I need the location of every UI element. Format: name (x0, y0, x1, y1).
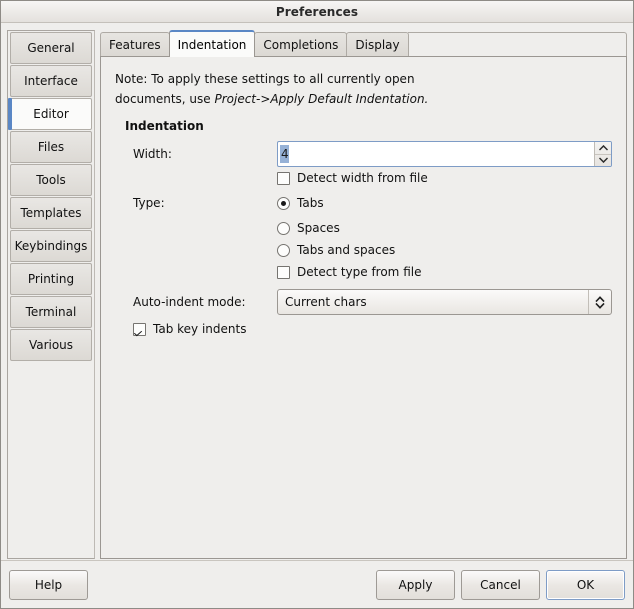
tab-key-indents-label: Tab key indents (153, 322, 247, 336)
chevron-up-icon (598, 144, 608, 151)
sidebar-item-label: Various (28, 338, 74, 352)
type-label: Type: (133, 196, 165, 210)
radio-tabs-and-spaces-indicator[interactable] (277, 243, 290, 257)
tab-label: Indentation (177, 38, 247, 52)
radio-tabs-indicator[interactable] (277, 196, 290, 210)
spinner-down-button[interactable] (595, 153, 611, 167)
dialog-footer: Help Apply Cancel OK (1, 560, 633, 608)
auto-indent-row: Auto-indent mode: Current chars (125, 289, 612, 315)
sidebar-item-label: Printing (27, 272, 75, 286)
detect-width-label: Detect width from file (297, 171, 428, 185)
sidebar-item-keybindings[interactable]: Keybindings (10, 230, 92, 262)
auto-indent-selected-value: Current chars (285, 295, 367, 309)
sidebar-item-label: Files (37, 140, 65, 154)
type-row: Type: Tabs (125, 189, 612, 217)
radio-spaces-indicator[interactable] (277, 221, 290, 235)
section-heading-indentation: Indentation (125, 119, 204, 133)
detect-width-row: Detect width from file (125, 167, 612, 189)
note-text: Note: To apply these settings to all cur… (115, 69, 614, 109)
tab-features[interactable]: Features (100, 32, 170, 57)
tab-display[interactable]: Display (346, 32, 409, 57)
sidebar-item-templates[interactable]: Templates (10, 197, 92, 229)
note-line-2-prefix: documents, use (115, 92, 215, 106)
sidebar-item-label: Interface (24, 74, 78, 88)
cancel-button[interactable]: Cancel (461, 569, 540, 600)
auto-indent-field-wrap: Current chars (277, 289, 612, 315)
indentation-tab-panel: Note: To apply these settings to all cur… (100, 56, 627, 559)
radio-tabs-label: Tabs (297, 196, 324, 210)
detect-type-label: Detect type from file (297, 265, 422, 279)
sidebar-item-general[interactable]: General (10, 32, 92, 64)
tab-completions[interactable]: Completions (254, 32, 348, 57)
width-field-wrap: 4 (277, 141, 612, 167)
window-title: Preferences (275, 4, 359, 19)
tab-strip-filler (407, 32, 627, 57)
category-sidebar: General Interface Editor Files Tools Tem… (7, 30, 95, 559)
ok-button-label: OK (576, 577, 595, 592)
type-row-spaces: Spaces (125, 217, 612, 239)
window-titlebar: Preferences (1, 1, 633, 23)
sidebar-item-label: Keybindings (14, 239, 88, 253)
footer-action-buttons: Apply Cancel OK (376, 569, 625, 600)
help-button-label: Help (34, 577, 63, 592)
width-row: Width: 4 (125, 141, 612, 167)
sidebar-item-interface[interactable]: Interface (10, 65, 92, 97)
settings-pane: Features Indentation Completions Display… (100, 30, 627, 559)
width-spinbutton[interactable]: 4 (277, 141, 612, 167)
detect-type-row: Detect type from file (125, 261, 612, 283)
sidebar-item-label: Editor (33, 107, 69, 121)
tab-strip: Features Indentation Completions Display (100, 30, 627, 57)
tab-label: Features (109, 38, 161, 52)
type-row-tabs-and-spaces: Tabs and spaces (125, 239, 612, 261)
sidebar-item-editor[interactable]: Editor (8, 98, 92, 130)
indentation-form: Width: 4 Detect width from file Type: Ta… (125, 141, 612, 340)
auto-indent-label: Auto-indent mode: (133, 295, 246, 309)
width-label: Width: (133, 147, 172, 161)
help-button[interactable]: Help (9, 569, 88, 600)
dialog-body: General Interface Editor Files Tools Tem… (1, 23, 633, 560)
sidebar-item-terminal[interactable]: Terminal (10, 296, 92, 328)
spinner-up-button[interactable] (595, 142, 611, 154)
radio-tabs-and-spaces-label: Tabs and spaces (297, 243, 396, 257)
note-menu-path: Project->Apply Default Indentation. (214, 92, 429, 106)
apply-button-label: Apply (398, 577, 433, 592)
chevron-up-down-icon (595, 295, 605, 309)
chevron-down-icon (598, 157, 608, 164)
tab-key-indents-row: Tab key indents (125, 318, 612, 340)
apply-button[interactable]: Apply (376, 569, 455, 600)
tab-label: Display (355, 38, 400, 52)
sidebar-item-label: Tools (36, 173, 66, 187)
sidebar-empty-space (8, 361, 94, 558)
preferences-dialog: Preferences General Interface Editor Fil… (0, 0, 634, 609)
radio-spaces-label: Spaces (297, 221, 340, 235)
sidebar-item-label: Templates (20, 206, 82, 220)
detect-width-checkbox[interactable] (277, 171, 290, 185)
width-value: 4 (280, 145, 289, 163)
cancel-button-label: Cancel (480, 577, 521, 592)
ok-button[interactable]: OK (546, 569, 625, 600)
detect-type-checkbox[interactable] (277, 265, 290, 279)
sidebar-item-printing[interactable]: Printing (10, 263, 92, 295)
width-spinner-buttons (594, 142, 611, 166)
sidebar-item-files[interactable]: Files (10, 131, 92, 163)
note-line-1: Note: To apply these settings to all cur… (115, 72, 415, 86)
sidebar-item-tools[interactable]: Tools (10, 164, 92, 196)
width-input[interactable]: 4 (278, 142, 594, 166)
sidebar-item-label: General (27, 41, 75, 55)
tab-indentation[interactable]: Indentation (168, 30, 256, 57)
type-field-wrap: Tabs (277, 189, 612, 217)
tab-key-indents-checkbox[interactable] (133, 322, 146, 336)
sidebar-item-label: Terminal (25, 305, 77, 319)
radio-tabs[interactable]: Tabs (277, 189, 324, 217)
auto-indent-mode-select[interactable]: Current chars (277, 289, 612, 315)
tab-label: Completions (263, 38, 339, 52)
combo-arrow-area[interactable] (588, 290, 611, 314)
sidebar-item-various[interactable]: Various (10, 329, 92, 361)
